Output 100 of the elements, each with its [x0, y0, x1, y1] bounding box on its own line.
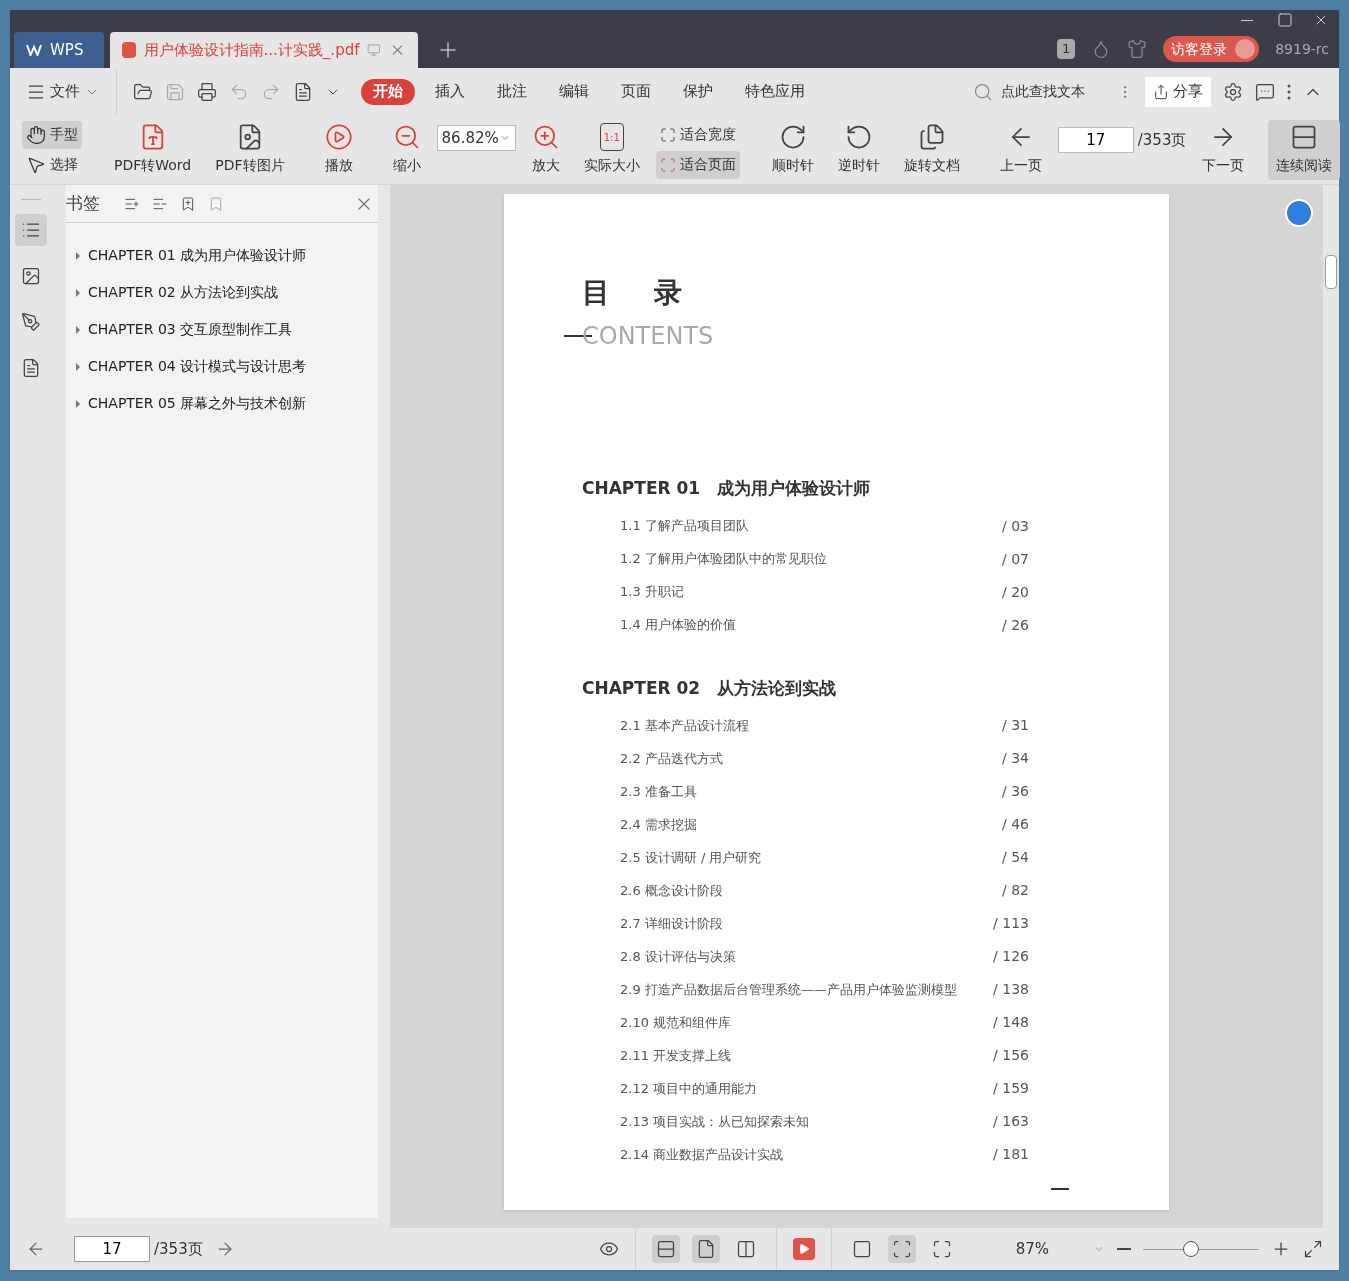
open-icon — [133, 81, 153, 102]
slider-thumb[interactable] — [1182, 1241, 1199, 1257]
bookmark-item[interactable]: CHAPTER 04 设计模式与设计思考 — [66, 348, 378, 385]
shirt-icon — [1127, 39, 1148, 59]
annotate-icon — [21, 312, 41, 332]
window-count[interactable]: 1 — [1056, 39, 1076, 59]
rotate-document-button[interactable]: 旋转文档 — [895, 123, 968, 176]
add-bookmark-icon — [180, 195, 196, 212]
page-reference: / 138 — [993, 980, 1029, 999]
page-reference: / 148 — [993, 1013, 1029, 1032]
settings-icon — [1223, 81, 1243, 102]
bookmark-item[interactable]: CHAPTER 01 成为用户体验设计师 — [66, 237, 378, 274]
page-reference: / 03 — [1002, 516, 1029, 536]
section-title: 2.10 规范和组件库 — [620, 1013, 732, 1032]
section-title: 2.11 开发支撑上线 — [620, 1046, 732, 1065]
save-icon — [165, 81, 185, 102]
next-page-button[interactable]: 下一页 — [1194, 123, 1253, 176]
minimize-icon[interactable] — [1241, 19, 1253, 21]
continuous-view-icon — [655, 1239, 676, 1259]
zoom-percent: 87% — [1015, 1238, 1049, 1260]
wps-logo-icon — [26, 44, 42, 56]
section-title: 1.2 了解用户体验团队中的常见职位 — [620, 550, 827, 569]
bookmark-item[interactable]: CHAPTER 02 从方法论到实战 — [66, 274, 378, 311]
document-tab[interactable]: 用户体验设计指南...计实践_.pdf — [110, 32, 418, 68]
pdf-to-image-button[interactable]: PDF转图片 — [207, 123, 293, 176]
view-mode-button[interactable] — [691, 1235, 720, 1263]
page-reference: / 82 — [1002, 881, 1029, 900]
fullscreen-icon — [1303, 1239, 1323, 1259]
page-reference: / 20 — [1002, 582, 1029, 602]
section-title: 2.6 概念设计阶段 — [620, 881, 723, 900]
section-title: 2.14 商业数据产品设计实战 — [620, 1145, 784, 1164]
scrollbar[interactable] — [1323, 185, 1339, 1228]
login-button[interactable]: 访客登录 — [1163, 36, 1260, 62]
page-reference: / 34 — [1002, 749, 1029, 768]
floating-action-icon[interactable] — [1285, 199, 1313, 227]
fit-width-button[interactable]: 适合宽度 — [655, 120, 740, 149]
pdf-file-icon — [122, 42, 136, 58]
page-reference: / 31 — [1002, 716, 1029, 735]
page-reference: / 26 — [1002, 615, 1029, 635]
play-button[interactable]: 播放 — [316, 123, 361, 176]
page-reference: / 46 — [1002, 815, 1029, 834]
view-mode-button[interactable] — [651, 1235, 680, 1263]
share-button[interactable]: 分享 — [1145, 76, 1211, 107]
select-tool-button[interactable]: 选择 — [22, 150, 82, 179]
section-title: 2.13 项目实战：从已知探索未知 — [620, 1112, 810, 1131]
pdf-to-word-button[interactable]: PDF转Word — [106, 123, 200, 176]
previous-page-button[interactable]: 上一页 — [991, 123, 1050, 176]
rotate-clockwise-button[interactable]: 顺时针 — [763, 123, 822, 176]
home-tab[interactable]: WPS — [14, 32, 104, 68]
bookmark-item[interactable]: CHAPTER 03 交互原型制作工具 — [66, 311, 378, 348]
fit-width-icon — [659, 126, 676, 143]
share-icon — [1153, 83, 1169, 100]
hand-tool-button[interactable]: 手型 — [22, 120, 82, 149]
section-title: 2.9 打造产品数据后台管理系统——产品用户体验监测模型 — [620, 980, 957, 999]
section-title: 1.4 用户体验的价值 — [620, 616, 736, 635]
section-title: 1.1 了解产品项目团队 — [620, 517, 749, 536]
bookmark-item[interactable]: CHAPTER 05 屏幕之外与技术创新 — [66, 385, 378, 422]
panel-title: 书签 — [66, 191, 100, 215]
play-icon — [797, 1243, 810, 1255]
search-field[interactable]: 点此查找文本 — [973, 81, 1105, 102]
play-button[interactable] — [792, 1238, 815, 1260]
page-reference: / 113 — [993, 914, 1029, 933]
sidebar-button[interactable] — [15, 214, 47, 246]
section-title: 2.4 需求挖掘 — [620, 815, 697, 834]
continuous-reading-button[interactable]: 连续阅读 — [1268, 119, 1341, 180]
file-menu[interactable]: 文件 — [26, 80, 100, 103]
more-vertical-icon[interactable] — [1287, 83, 1291, 100]
expand-triangle-icon — [76, 399, 80, 408]
ribbon-tab[interactable]: 保护 — [671, 78, 725, 105]
comment-icon — [1255, 81, 1275, 102]
maximize-icon — [1277, 12, 1293, 28]
ribbon-tab[interactable]: 批注 — [485, 78, 539, 105]
rotate-counterclockwise-button[interactable]: 逆时针 — [829, 123, 888, 176]
bookmark-icon — [208, 195, 224, 212]
page-reference: / 156 — [993, 1046, 1029, 1065]
fit-page-button[interactable]: 适合页面 — [655, 150, 740, 179]
ribbon-tab[interactable]: 特色应用 — [733, 78, 817, 105]
zoom-select[interactable]: 86.82% — [436, 125, 516, 151]
page-total: /353页 — [1137, 129, 1187, 151]
ribbon-tab[interactable]: 页面 — [609, 78, 663, 105]
ribbon-tab[interactable]: 编辑 — [547, 78, 601, 105]
one-to-one-icon: 1:1 — [599, 123, 624, 151]
width-fit-icon — [931, 1239, 952, 1259]
ribbon-tab[interactable]: 开始 — [361, 78, 415, 105]
document-title: 目 录 — [582, 275, 691, 311]
section-title: 2.3 准备工具 — [620, 782, 697, 801]
zoom-in-button[interactable]: 放大 — [523, 123, 568, 176]
hand-icon — [26, 124, 46, 145]
section-title: 2.2 产品迭代方式 — [620, 749, 723, 768]
user-id: 8919-rc — [1275, 39, 1329, 59]
chapter-heading: CHAPTER 01 成为用户体验设计师 — [582, 477, 872, 500]
fit-mode-button[interactable] — [887, 1235, 916, 1263]
zoom-out-button[interactable]: 缩小 — [384, 123, 429, 176]
fit-page-icon — [659, 156, 676, 173]
actual-size-button[interactable]: 1:1 实际大小 — [575, 123, 648, 176]
page-number-field[interactable]: 17 — [1057, 127, 1134, 153]
zoom-slider[interactable] — [1143, 1240, 1259, 1258]
ribbon-tab[interactable]: 插入 — [423, 78, 477, 105]
page-number-field[interactable]: 17 — [74, 1236, 150, 1262]
search-icon — [973, 81, 993, 102]
